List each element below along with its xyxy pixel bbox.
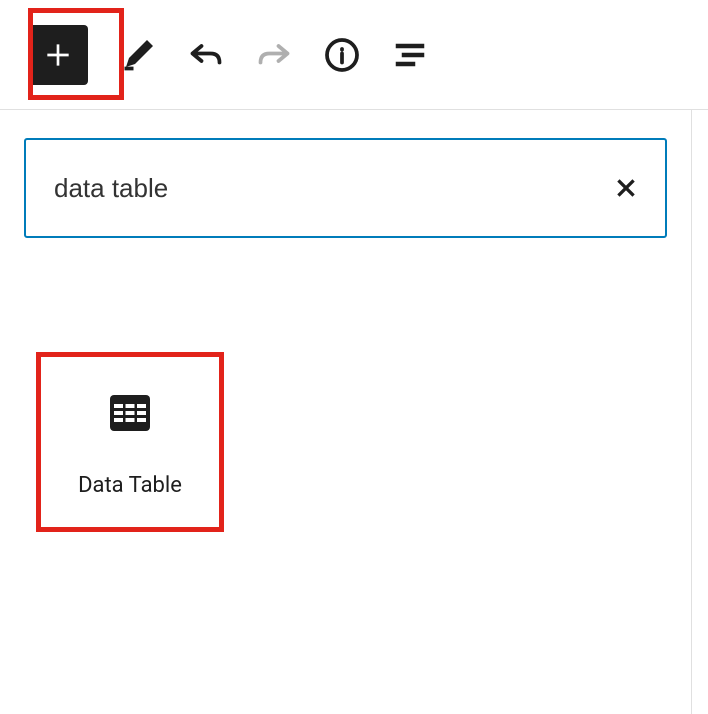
block-item-label: Data Table [78, 473, 182, 498]
undo-icon [188, 37, 224, 73]
info-icon [324, 37, 360, 73]
redo-button[interactable] [256, 37, 292, 73]
info-button[interactable] [324, 37, 360, 73]
edit-button[interactable] [120, 37, 156, 73]
search-wrapper [24, 138, 667, 238]
undo-button[interactable] [188, 37, 224, 73]
pencil-icon [120, 37, 156, 73]
editor-toolbar [0, 0, 708, 110]
clear-search-button[interactable] [613, 175, 639, 201]
outline-button[interactable] [392, 37, 428, 73]
add-block-button[interactable] [28, 25, 88, 85]
data-table-icon [106, 389, 154, 437]
close-icon [613, 175, 639, 201]
inserter-panel: Data Table [0, 110, 692, 714]
block-item-data-table[interactable]: Data Table [36, 353, 224, 533]
outline-icon [392, 37, 428, 73]
block-results: Data Table [24, 353, 667, 533]
block-search-input[interactable] [24, 138, 667, 238]
plus-icon [42, 39, 74, 71]
redo-icon [256, 37, 292, 73]
